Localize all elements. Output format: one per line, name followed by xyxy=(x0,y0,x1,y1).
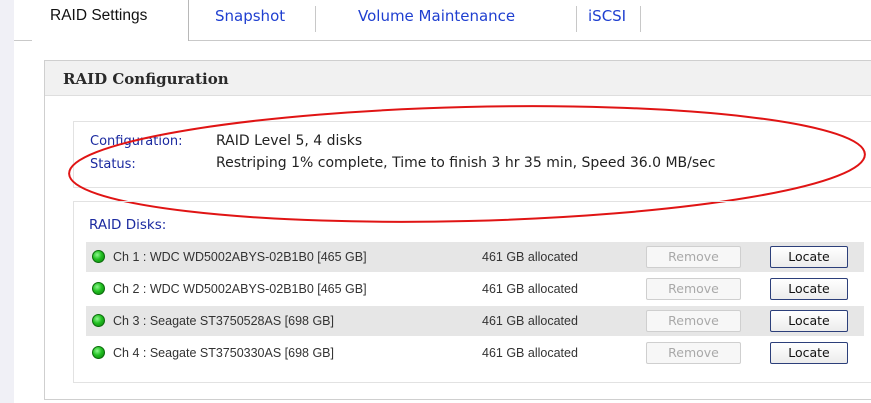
tab-snapshot[interactable]: Snapshot xyxy=(215,0,305,40)
disk-status-led-icon xyxy=(92,282,105,295)
tab-raid-settings[interactable]: RAID Settings xyxy=(32,0,189,41)
disk-status-led-icon xyxy=(92,314,105,327)
configuration-value: RAID Level 5, 4 disks xyxy=(216,133,363,149)
tab-divider xyxy=(315,6,316,32)
disk-name: Ch 3 : Seagate ST3750528AS [698 GB] xyxy=(113,314,334,328)
panel-title: RAID Configuration xyxy=(63,70,229,88)
tab-label: iSCSI xyxy=(588,7,627,25)
disk-status-led-icon xyxy=(92,346,105,359)
status-label: Status: xyxy=(90,157,136,172)
disk-name: Ch 4 : Seagate ST3750330AS [698 GB] xyxy=(113,346,334,360)
tab-label: Snapshot xyxy=(215,7,286,25)
disk-allocated: 461 GB allocated xyxy=(482,346,578,360)
configuration-label: Configuration: xyxy=(90,134,183,149)
locate-button[interactable]: Locate xyxy=(770,246,848,268)
disk-name: Ch 2 : WDC WD5002ABYS-02B1B0 [465 GB] xyxy=(113,282,367,296)
tab-volume-maintenance[interactable]: Volume Maintenance xyxy=(358,0,568,40)
panel-header: RAID Configuration xyxy=(45,61,871,96)
disk-allocated: 461 GB allocated xyxy=(482,250,578,264)
disk-name: Ch 1 : WDC WD5002ABYS-02B1B0 [465 GB] xyxy=(113,250,367,264)
remove-button: Remove xyxy=(646,278,741,300)
disk-row: Ch 2 : WDC WD5002ABYS-02B1B0 [465 GB] 46… xyxy=(86,274,864,304)
remove-button: Remove xyxy=(646,342,741,364)
remove-button: Remove xyxy=(646,310,741,332)
raid-disks-box: RAID Disks: Ch 1 : WDC WD5002ABYS-02B1B0… xyxy=(73,201,871,383)
tab-divider xyxy=(640,6,641,32)
disk-allocated: 461 GB allocated xyxy=(482,282,578,296)
tab-bar: RAID Settings Snapshot Volume Maintenanc… xyxy=(14,0,871,41)
tab-divider xyxy=(576,6,577,32)
disk-row: Ch 3 : Seagate ST3750528AS [698 GB] 461 … xyxy=(86,306,864,336)
disk-row: Ch 1 : WDC WD5002ABYS-02B1B0 [465 GB] 46… xyxy=(86,242,864,272)
status-value: Restriping 1% complete, Time to finish 3… xyxy=(216,155,716,171)
disk-status-led-icon xyxy=(92,250,105,263)
locate-button[interactable]: Locate xyxy=(770,342,848,364)
configuration-box: Configuration: RAID Level 5, 4 disks Sta… xyxy=(73,121,871,188)
locate-button[interactable]: Locate xyxy=(770,310,848,332)
raid-configuration-panel: RAID Configuration Configuration: RAID L… xyxy=(44,60,871,400)
locate-button[interactable]: Locate xyxy=(770,278,848,300)
tab-label: RAID Settings xyxy=(50,7,148,24)
tab-iscsi[interactable]: iSCSI xyxy=(588,0,638,40)
disk-allocated: 461 GB allocated xyxy=(482,314,578,328)
disk-row: Ch 4 : Seagate ST3750330AS [698 GB] 461 … xyxy=(86,338,864,368)
raid-disks-title: RAID Disks: xyxy=(89,217,167,233)
remove-button: Remove xyxy=(646,246,741,268)
tab-label: Volume Maintenance xyxy=(358,7,516,25)
left-margin-strip xyxy=(0,0,14,403)
